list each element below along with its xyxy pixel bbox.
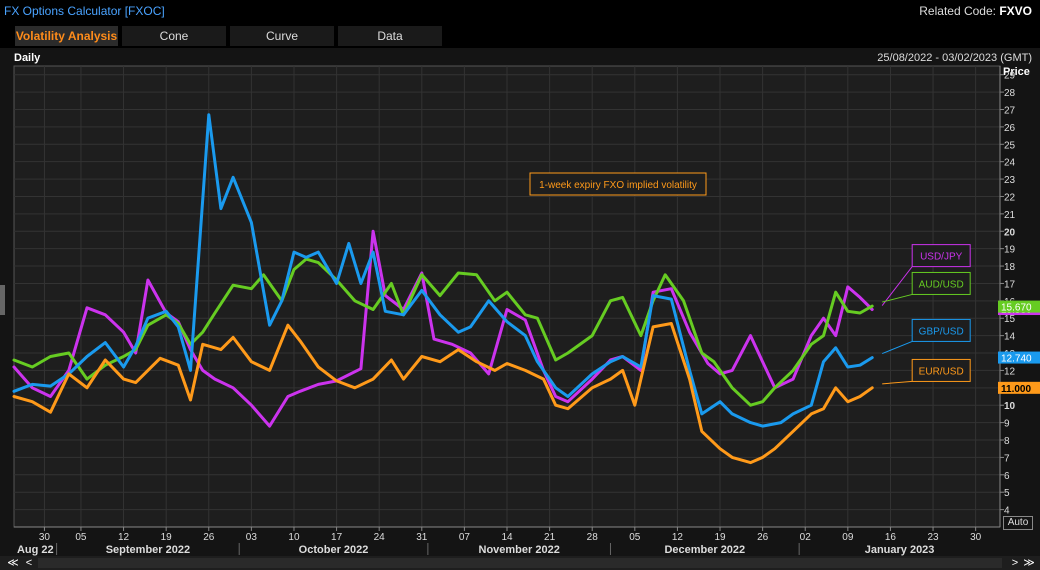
auto-scale-button[interactable]: Auto: [1003, 516, 1033, 530]
y-tick-label: 12: [1004, 366, 1016, 377]
scroll-prev-button[interactable]: <: [22, 556, 36, 570]
month-label: September 2022: [106, 544, 190, 556]
scroll-last-button[interactable]: ≫: [1022, 556, 1036, 570]
y-tick-label: 20: [1004, 227, 1016, 238]
annotation-text: 1-week expiry FXO implied volatility: [539, 180, 697, 191]
x-tick-label: 12: [118, 532, 130, 543]
time-scrollbar[interactable]: ≪ < > ≫: [0, 556, 1040, 570]
y-tick-label: 17: [1004, 279, 1016, 290]
y-tick-label: 21: [1004, 210, 1016, 221]
series-last-value: 11.000: [1001, 384, 1031, 395]
x-tick-label: 24: [374, 532, 386, 543]
y-tick-label: 7: [1004, 453, 1010, 464]
month-label: November 2022: [479, 544, 560, 556]
y-tick-label: 28: [1004, 88, 1016, 99]
x-tick-label: 02: [800, 532, 812, 543]
x-tick-label: 31: [416, 532, 428, 543]
x-tick-label: 10: [288, 532, 300, 543]
x-tick-label: 26: [757, 532, 769, 543]
x-tick-label: 03: [246, 532, 258, 543]
x-tick-label: 21: [544, 532, 556, 543]
y-tick-label: 19: [1004, 245, 1016, 256]
x-tick-label: 16: [885, 532, 897, 543]
x-tick-label: 30: [39, 532, 51, 543]
y-tick-label: 22: [1004, 192, 1016, 203]
x-tick-label: 28: [587, 532, 599, 543]
x-tick-label: 05: [75, 532, 87, 543]
x-tick-label: 19: [714, 532, 726, 543]
volatility-chart[interactable]: 4567891011121314151617181920212223242526…: [0, 0, 1040, 570]
y-tick-label: 25: [1004, 140, 1016, 151]
scroll-first-button[interactable]: ≪: [6, 556, 20, 570]
y-tick-label: 5: [1004, 488, 1010, 499]
y-tick-label: 27: [1004, 105, 1016, 116]
y-tick-label: 26: [1004, 123, 1016, 134]
series-callout-label: AUD/USD: [919, 279, 964, 290]
scroll-next-button[interactable]: >: [1008, 556, 1022, 570]
series-last-value: 12.740: [1001, 354, 1032, 365]
x-tick-label: 26: [203, 532, 215, 543]
y-tick-label: 10: [1004, 401, 1016, 412]
x-tick-label: 19: [161, 532, 173, 543]
month-label: December 2022: [664, 544, 745, 556]
x-tick-label: 30: [970, 532, 982, 543]
x-tick-label: 17: [331, 532, 343, 543]
series-last-value: 15.670: [1001, 303, 1032, 314]
y-tick-label: 24: [1004, 158, 1016, 169]
y-tick-label: 8: [1004, 436, 1010, 447]
series-callout-label: GBP/USD: [919, 326, 964, 337]
month-label: October 2022: [299, 544, 369, 556]
y-tick-label: 6: [1004, 471, 1010, 482]
y-tick-label: 29: [1004, 71, 1016, 82]
x-tick-label: 14: [501, 532, 513, 543]
x-tick-label: 09: [842, 532, 854, 543]
series-callout-label: USD/JPY: [920, 252, 963, 263]
x-tick-label: 12: [672, 532, 684, 543]
series-callout-label: EUR/USD: [919, 366, 964, 377]
y-tick-label: 4: [1004, 506, 1010, 517]
y-tick-label: 23: [1004, 175, 1016, 186]
month-label: January 2023: [865, 544, 935, 556]
y-tick-label: 18: [1004, 262, 1016, 273]
month-label: Aug 22: [17, 544, 54, 556]
y-tick-label: 14: [1004, 332, 1016, 343]
x-tick-label: 23: [927, 532, 939, 543]
x-tick-label: 05: [629, 532, 641, 543]
y-tick-label: 9: [1004, 419, 1010, 430]
x-tick-label: 07: [459, 532, 471, 543]
scroll-track[interactable]: [38, 558, 1002, 568]
